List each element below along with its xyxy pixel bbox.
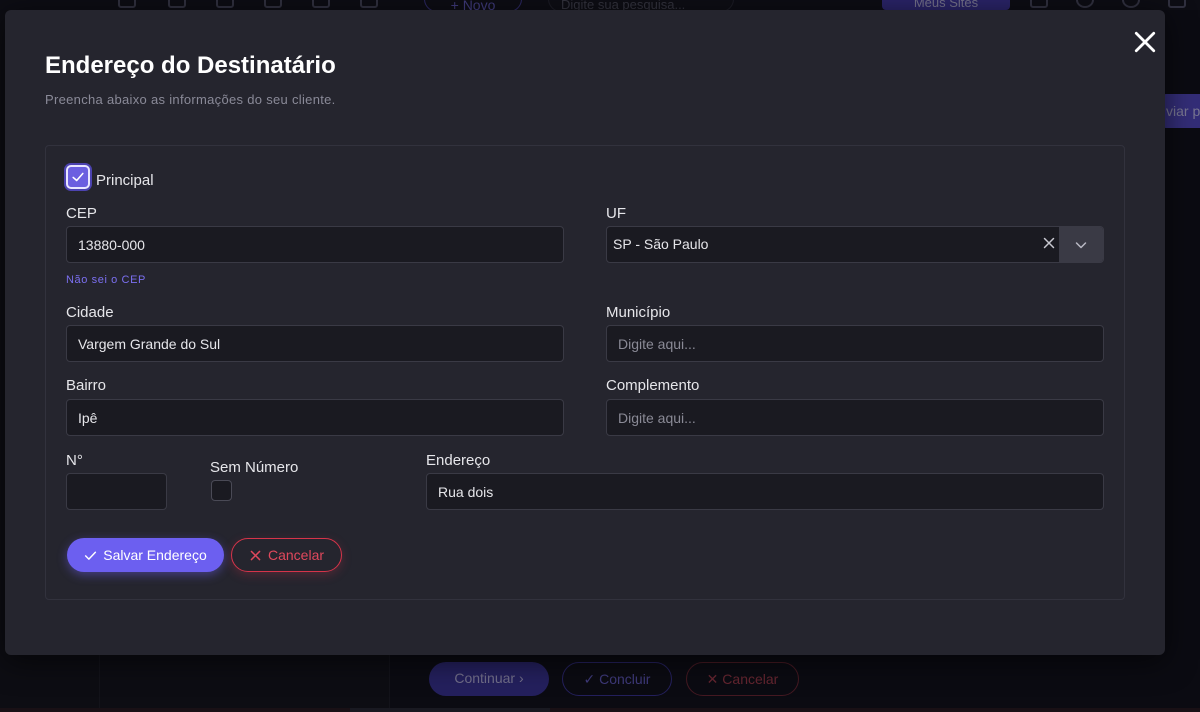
clear-icon[interactable] <box>1041 235 1059 253</box>
salvar-endereco-label: Salvar Endereço <box>103 547 207 563</box>
uf-dropdown-toggle[interactable] <box>1059 227 1103 262</box>
cidade-label: Cidade <box>66 304 114 321</box>
x-icon <box>250 550 261 560</box>
complemento-input[interactable] <box>606 399 1104 436</box>
checkmark-icon <box>72 172 84 182</box>
chevron-down-icon <box>1075 241 1087 248</box>
cep-input[interactable] <box>66 226 564 263</box>
check-icon <box>85 551 97 560</box>
modal-subtitle: Preencha abaixo as informações do seu cl… <box>45 92 336 107</box>
endereco-label: Endereço <box>426 452 491 469</box>
endereco-input[interactable] <box>426 473 1104 510</box>
cancelar-button[interactable]: Cancelar <box>231 538 342 572</box>
numero-label: N° <box>66 452 83 469</box>
municipio-input[interactable] <box>606 325 1104 362</box>
sem-numero-label: Sem Número <box>210 459 299 476</box>
uf-select[interactable]: SP - São Paulo <box>606 226 1104 263</box>
uf-label: UF <box>606 205 626 222</box>
municipio-label: Município <box>606 304 671 321</box>
modal-title: Endereço do Destinatário <box>45 52 336 79</box>
close-modal-button[interactable] <box>1130 27 1160 57</box>
bairro-label: Bairro <box>66 377 107 394</box>
salvar-endereco-button[interactable]: Salvar Endereço <box>67 538 224 572</box>
cep-label: CEP <box>66 205 97 222</box>
nao-sei-cep-link[interactable]: Não sei o CEP <box>66 274 146 286</box>
numero-input[interactable] <box>66 473 167 510</box>
principal-label: Principal <box>96 172 154 189</box>
complemento-label: Complemento <box>606 377 700 394</box>
cidade-input[interactable] <box>66 325 564 362</box>
address-modal: Endereço do Destinatário Preencha abaixo… <box>5 10 1165 655</box>
sem-numero-checkbox[interactable] <box>211 480 232 501</box>
address-form-card: Principal CEP Não sei o CEP UF SP - São … <box>45 145 1125 600</box>
bairro-input[interactable] <box>66 399 564 436</box>
uf-selected-value: SP - São Paulo <box>613 236 709 252</box>
cancelar-label: Cancelar <box>267 547 325 563</box>
principal-checkbox[interactable] <box>66 165 90 189</box>
close-icon <box>1134 31 1156 53</box>
